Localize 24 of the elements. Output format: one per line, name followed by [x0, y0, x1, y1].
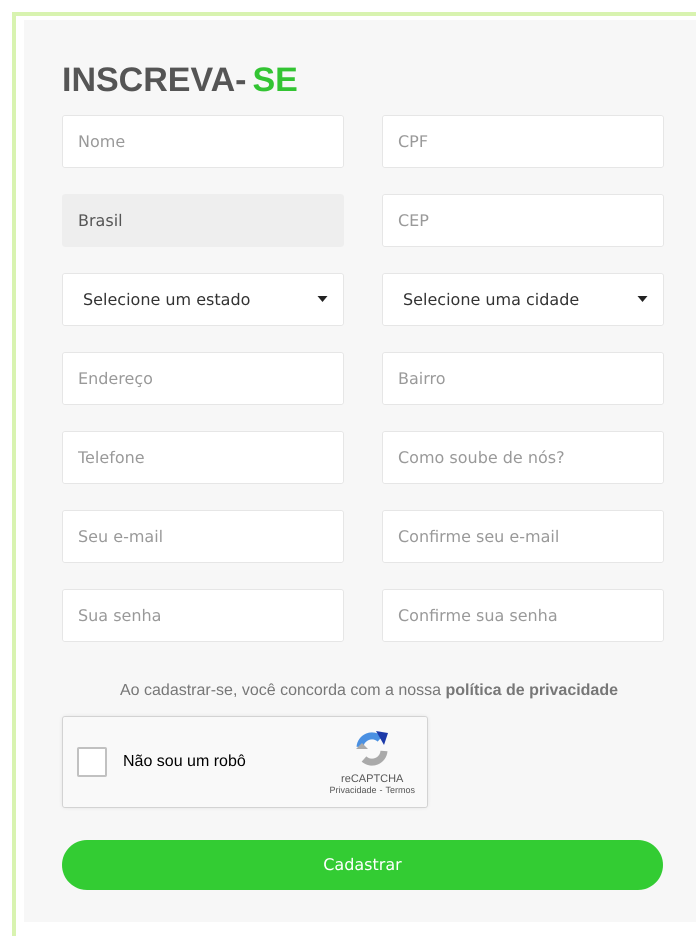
input-field[interactable]: Endereço: [62, 352, 344, 405]
caret-icon: [317, 296, 328, 302]
input-field[interactable]: CPF: [382, 114, 664, 168]
input-field[interactable]: Sua senha: [62, 588, 344, 642]
caret-icon: [637, 296, 648, 302]
checkbox[interactable]: [77, 746, 107, 777]
terms-text: Ao cadastrar-se, você concorda com a nossa política de privacidade: [119, 682, 619, 700]
input-field[interactable]: Seu e-mail: [62, 510, 344, 563]
input-field[interactable]: CEP: [382, 194, 664, 247]
select-field[interactable]: Selecione uma cidade: [382, 272, 664, 326]
input-field[interactable]: Confirme seu e-mail: [382, 510, 664, 563]
terms-link[interactable]: Termos: [385, 784, 415, 795]
captcha-brand: reCAPTCHA: [341, 772, 404, 785]
link-separator: -: [379, 784, 382, 795]
title-text: INSCREVA-: [62, 60, 246, 101]
input-field[interactable]: Confirme sua senha: [382, 588, 664, 642]
input-field[interactable]: Bairro: [382, 352, 664, 405]
title-accent: SE: [252, 60, 298, 101]
select-field[interactable]: Selecione um estado: [62, 272, 344, 326]
input-field[interactable]: Como soube de nós?: [382, 430, 664, 484]
input-field[interactable]: Nome: [62, 114, 344, 168]
captcha-label: Não sou um robô: [123, 752, 247, 771]
privacy-link[interactable]: Privacidade: [329, 784, 376, 795]
input-field[interactable]: Telefone: [62, 430, 344, 484]
